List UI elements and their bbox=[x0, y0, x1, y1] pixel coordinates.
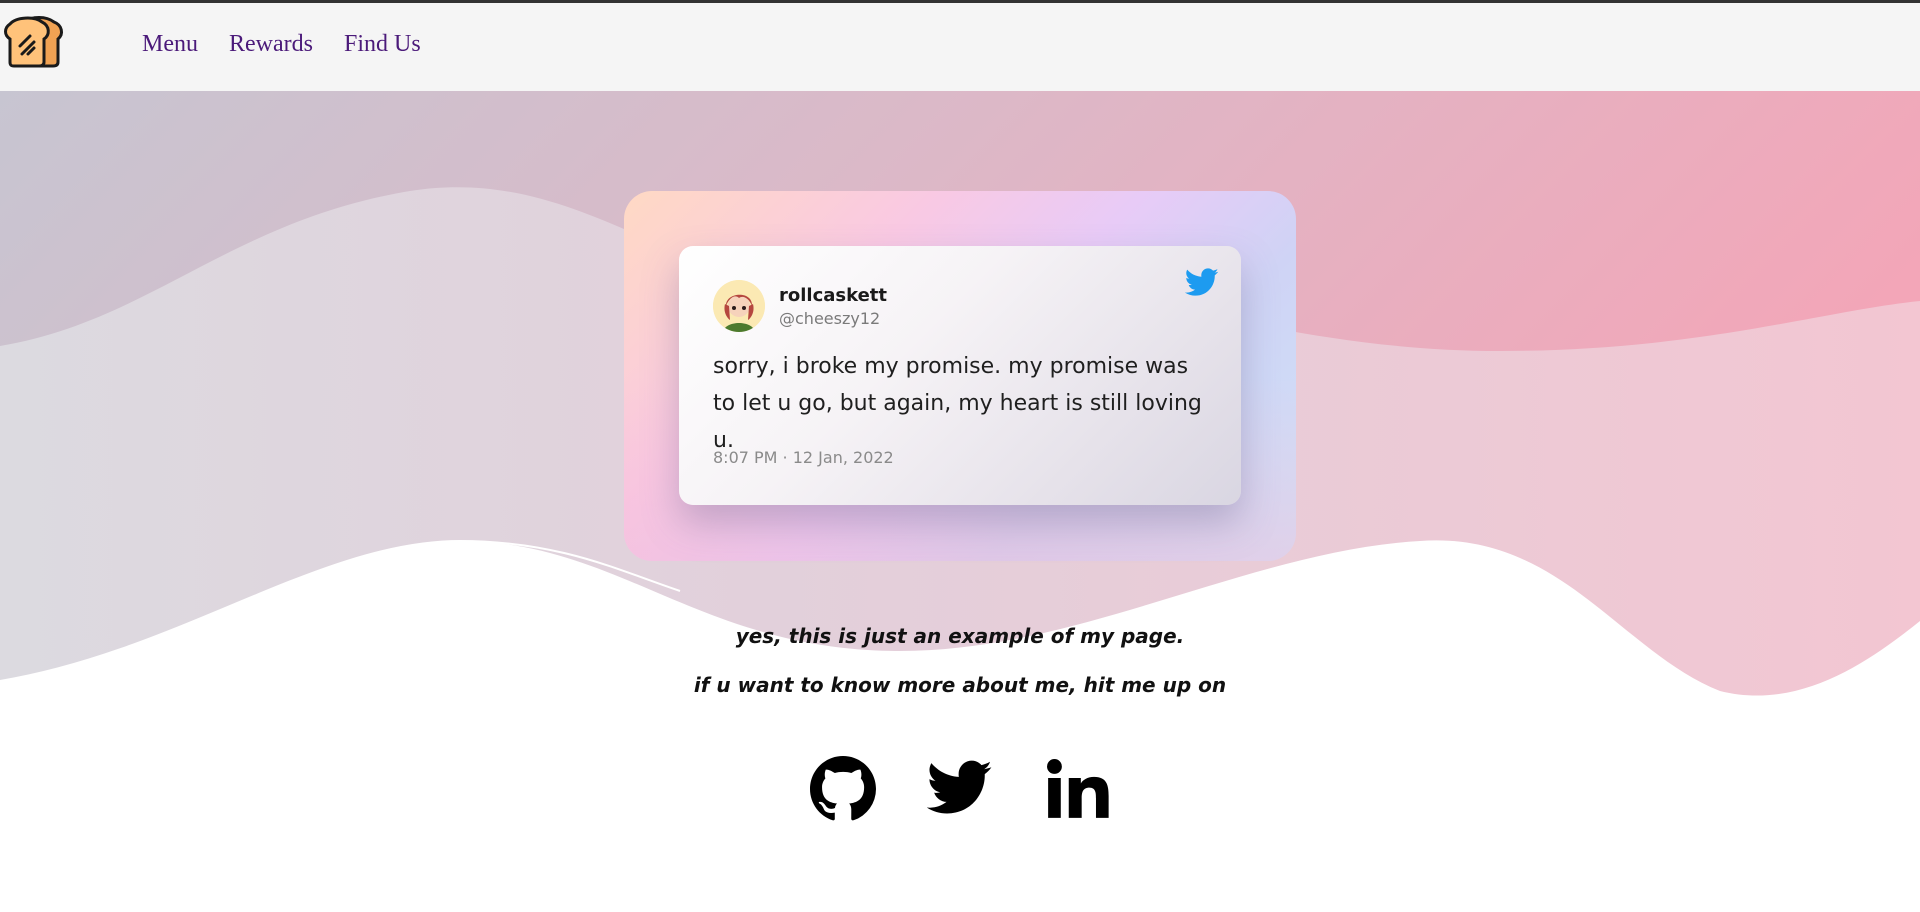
github-icon[interactable] bbox=[810, 756, 876, 822]
linkedin-icon[interactable] bbox=[1044, 756, 1110, 822]
nav-links: Menu Rewards Find Us bbox=[142, 31, 421, 58]
caption-contact: if u want to know more about me, hit me … bbox=[693, 673, 1227, 697]
tweet-display-name[interactable]: rollcaskett bbox=[779, 285, 887, 306]
toast-logo-icon[interactable] bbox=[4, 14, 68, 68]
nav-link-menu[interactable]: Menu bbox=[142, 31, 198, 58]
tweet-timestamp[interactable]: 8:07 PM · 12 Jan, 2022 bbox=[713, 448, 894, 467]
tweet-text: sorry, i broke my promise. my promise wa… bbox=[713, 354, 1202, 453]
twitter-icon[interactable] bbox=[926, 756, 993, 822]
twitter-bird-icon[interactable] bbox=[1184, 268, 1219, 298]
nav-link-find-us[interactable]: Find Us bbox=[344, 31, 421, 58]
tweet-handle[interactable]: @cheeszy12 bbox=[779, 309, 880, 328]
social-links bbox=[810, 756, 1110, 822]
tweet-card[interactable]: rollcaskett @cheeszy12 sorry, i broke my… bbox=[679, 246, 1241, 505]
navbar: Menu Rewards Find Us bbox=[0, 3, 1920, 91]
caption-example: yes, this is just an example of my page. bbox=[735, 624, 1185, 648]
avatar[interactable] bbox=[713, 280, 765, 332]
nav-link-rewards[interactable]: Rewards bbox=[229, 31, 313, 58]
